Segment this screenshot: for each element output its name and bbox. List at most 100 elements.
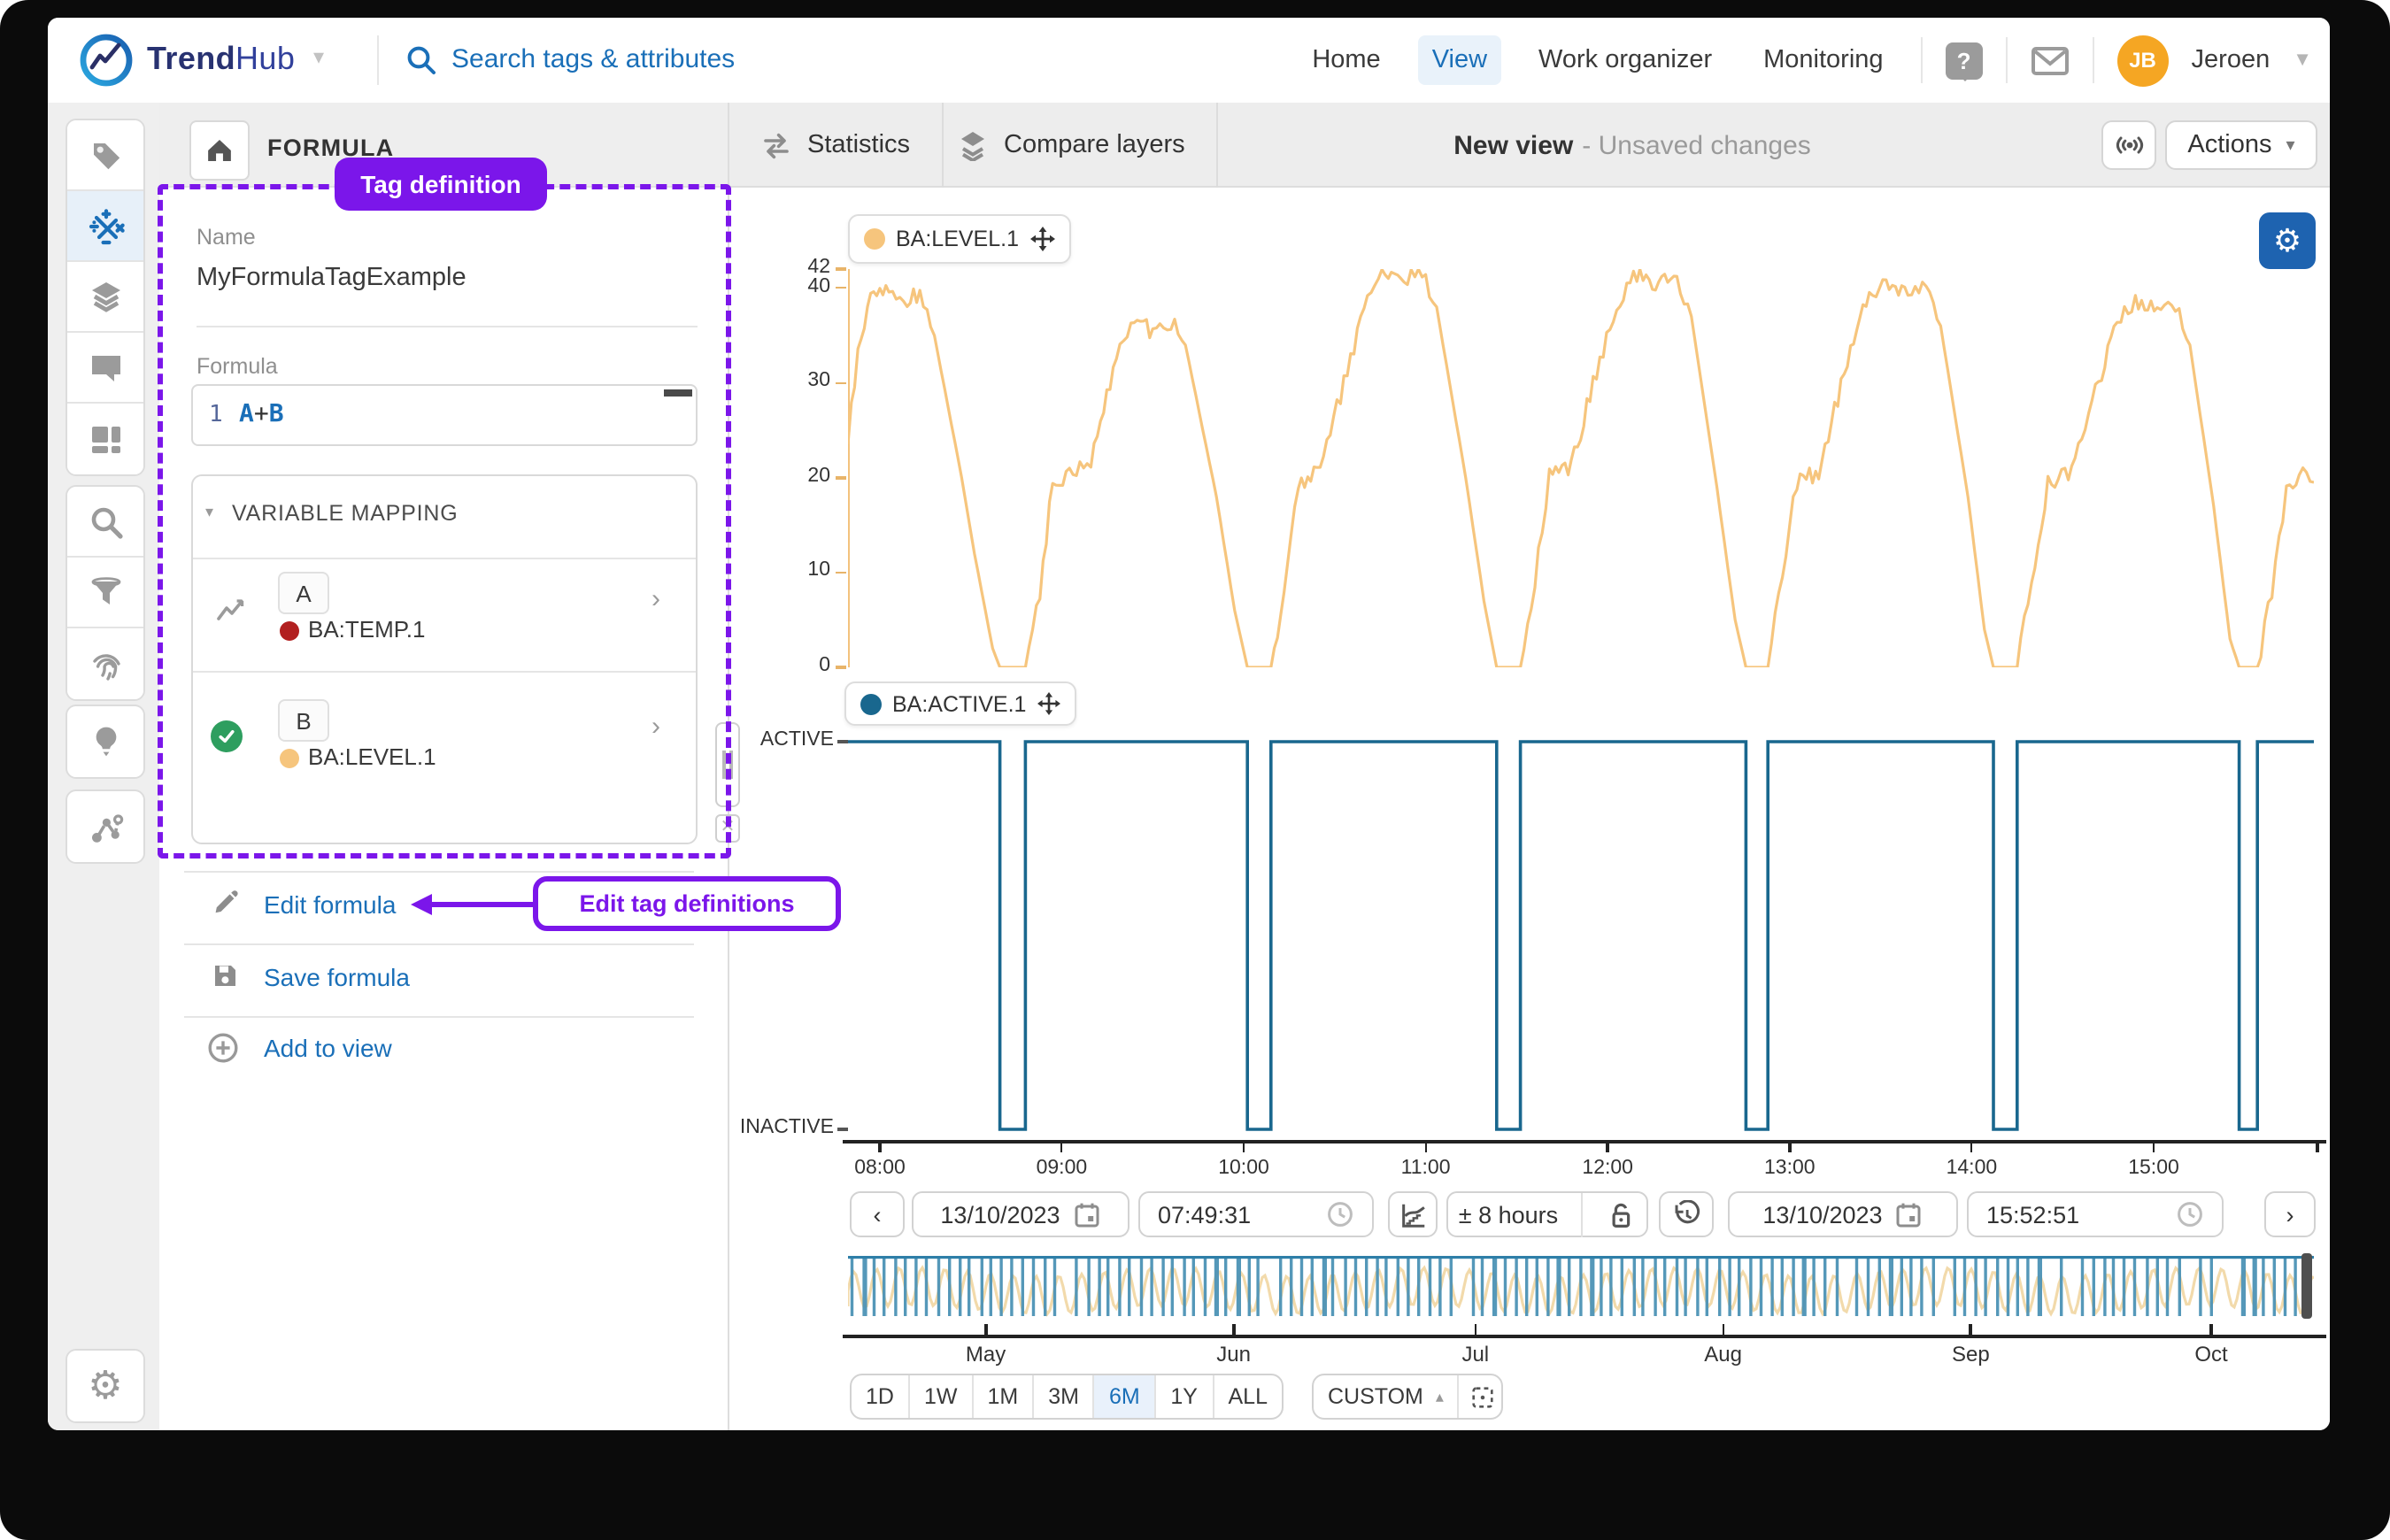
compare-trend-button[interactable] (1388, 1191, 1438, 1237)
collapse-chevron-icon[interactable]: ▾ (205, 503, 213, 522)
calendar-icon (1073, 1200, 1101, 1228)
pan-right-button[interactable]: › (2264, 1191, 2316, 1237)
tag-icon (86, 135, 125, 174)
sidebar-group-suggestions (66, 705, 145, 779)
zoom-3m[interactable]: 3M (1034, 1375, 1095, 1418)
history-button[interactable] (1659, 1191, 1714, 1237)
logo-chevron-down-icon[interactable]: ▾ (313, 44, 324, 69)
sidebar-item-dashboard[interactable] (67, 404, 143, 474)
chevron-right-icon: › (2286, 1201, 2294, 1228)
panel-home-button[interactable] (189, 120, 250, 181)
pan-left-button[interactable]: ‹ (850, 1191, 905, 1237)
panel-resize-handle[interactable] (715, 722, 740, 807)
month-tick-mark (984, 1324, 987, 1335)
compare-layers-button[interactable]: Compare layers (926, 103, 1219, 188)
trend-chart-level[interactable] (848, 269, 2314, 667)
view-status: - Unsaved changes (1582, 130, 1811, 160)
swap-arrows-icon (761, 132, 791, 158)
lock-open-icon[interactable] (1607, 1199, 1634, 1229)
broadcast-icon (2113, 129, 2145, 161)
panel-close-button[interactable]: ✕ (715, 814, 740, 843)
month-tick-mark (1970, 1324, 1972, 1335)
formula-editor[interactable]: 1 A+B (191, 384, 698, 446)
focus-range-button[interactable] (1460, 1375, 1503, 1418)
sidebar-item-filter[interactable] (67, 558, 143, 628)
zoom-1w[interactable]: 1W (910, 1375, 974, 1418)
y-tick-mark (836, 287, 846, 289)
formula-expression[interactable]: A+B (239, 400, 284, 428)
start-time-field[interactable]: 07:49:31 (1138, 1191, 1374, 1237)
legend-chip-active[interactable]: BA:ACTIVE.1 (844, 681, 1076, 726)
x-tick-mark (1607, 1143, 1609, 1152)
digital-chart-active[interactable] (848, 736, 2314, 1135)
end-date-field[interactable]: 13/10/2023 (1728, 1191, 1958, 1237)
x-tick-mark (2152, 1143, 2155, 1152)
month-label: Aug (1685, 1342, 1762, 1367)
y-tick-mark (836, 267, 846, 270)
check-circle-icon (211, 720, 243, 752)
nav-monitoring[interactable]: Monitoring (1749, 35, 1897, 85)
x-tick-mark (1242, 1143, 1245, 1152)
mail-icon[interactable] (2031, 45, 2070, 75)
sidebar-item-search[interactable] (67, 487, 143, 558)
x-tick-mark (1970, 1143, 1973, 1152)
timeline-axis-line (843, 1335, 2326, 1338)
start-date-field[interactable]: 13/10/2023 (912, 1191, 1129, 1237)
save-formula-button[interactable]: Save formula (264, 963, 410, 991)
add-to-view-button[interactable]: Add to view (264, 1034, 392, 1062)
chart-pane: Statistics Compare layers New view - Uns… (728, 103, 2330, 1430)
zoom-1d[interactable]: 1D (852, 1375, 910, 1418)
x-tick-mark (1788, 1143, 1791, 1152)
zoom-all[interactable]: ALL (1214, 1375, 1283, 1418)
name-value[interactable]: MyFormulaTagExample (197, 264, 466, 292)
sidebar-item-formula[interactable] (67, 191, 143, 262)
user-name[interactable]: Jeroen (2192, 46, 2270, 74)
move-icon[interactable] (1029, 227, 1054, 251)
nav-view[interactable]: View (1418, 35, 1501, 85)
zoom-custom[interactable]: CUSTOM ▴ (1314, 1375, 1460, 1418)
month-label: Sep (1931, 1342, 2009, 1367)
sidebar-item-comments[interactable] (67, 333, 143, 404)
statistics-button[interactable]: Statistics (729, 103, 944, 188)
search-icon[interactable] (405, 44, 437, 76)
user-avatar[interactable]: JB (2117, 35, 2169, 86)
live-mode-button[interactable] (2101, 120, 2156, 170)
chart-settings-button[interactable]: ⚙ (2259, 212, 2316, 269)
zoom-1m[interactable]: 1M (973, 1375, 1034, 1418)
y-tick-label: 40 (767, 275, 830, 296)
timeline-minimap[interactable] (848, 1253, 2314, 1319)
row-chevron-right-icon[interactable]: › (651, 712, 660, 742)
legend-chip-level[interactable]: BA:LEVEL.1 (848, 214, 1070, 264)
series-color-dot (864, 228, 885, 250)
zoom-1y[interactable]: 1Y (1156, 1375, 1214, 1418)
help-icon[interactable]: ? (1946, 42, 1983, 79)
actions-button[interactable]: Actions ▾ (2165, 120, 2317, 170)
sidebar-item-tags[interactable] (67, 120, 143, 191)
formula-label: Formula (197, 354, 278, 379)
zoom-preset-group: 1D 1W 1M 3M 6M 1Y ALL (850, 1374, 1284, 1420)
plus-circle-icon (207, 1032, 239, 1064)
sidebar-item-settings[interactable]: ⚙ (67, 1351, 143, 1421)
topbar-divider (2006, 37, 2008, 83)
edit-formula-button[interactable]: Edit formula (264, 890, 396, 919)
sidebar-item-fingerprint[interactable] (67, 628, 143, 699)
clock-icon (1326, 1200, 1354, 1228)
move-icon[interactable] (1037, 692, 1060, 715)
duration-field[interactable]: ± 8 hours (1446, 1191, 1648, 1237)
sidebar-item-layers[interactable] (67, 262, 143, 333)
series-color-dot (860, 693, 882, 714)
end-time-field[interactable]: 15:52:51 (1967, 1191, 2224, 1237)
sidebar-item-context[interactable] (67, 791, 143, 862)
sidebar-item-suggestions[interactable] (67, 706, 143, 777)
row-chevron-right-icon[interactable]: › (651, 584, 660, 614)
search-input[interactable]: Search tags & attributes (451, 44, 735, 74)
y-tick-label: 20 (767, 466, 830, 487)
nav-home[interactable]: Home (1298, 35, 1394, 85)
x-tick-mark (878, 1143, 881, 1152)
nav-work-organizer[interactable]: Work organizer (1524, 35, 1726, 85)
editor-scrollbar[interactable] (664, 389, 692, 397)
digital-high-label: ACTIVE (729, 729, 834, 751)
x-tick-label: 12:00 (1569, 1158, 1646, 1179)
zoom-6m[interactable]: 6M (1095, 1375, 1156, 1418)
user-chevron-down-icon[interactable]: ▼ (2293, 50, 2312, 71)
